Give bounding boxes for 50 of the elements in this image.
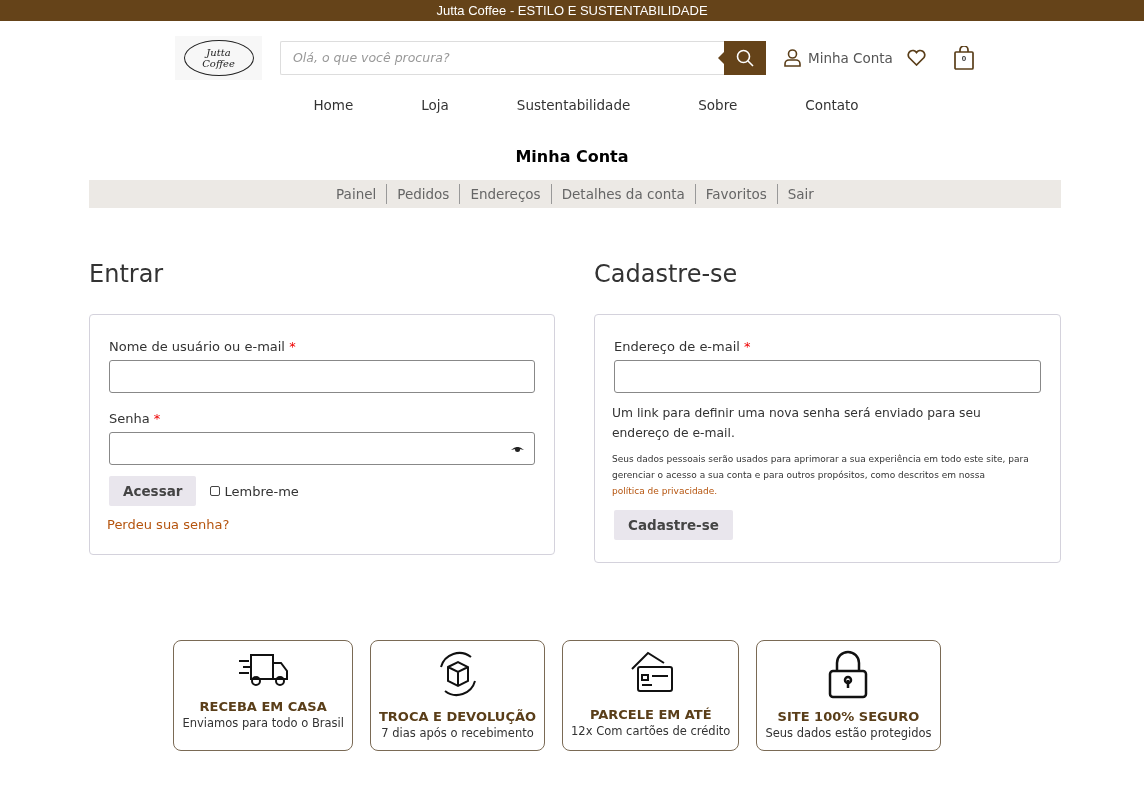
account-menu-link[interactable]: Detalhes da conta bbox=[550, 184, 695, 204]
user-icon bbox=[784, 48, 801, 67]
login-button[interactable]: Acessar bbox=[109, 476, 197, 506]
privacy-link[interactable]: política de privacidade. bbox=[612, 486, 718, 496]
eye-icon[interactable] bbox=[511, 444, 524, 453]
login-heading: Entrar bbox=[89, 260, 165, 288]
feature-subtitle: 7 dias após o recebimento bbox=[381, 726, 534, 740]
info-text: Um link para definir uma nova senha será enviado para seu endereço de e-mail. bbox=[612, 405, 982, 442]
input-field[interactable] bbox=[109, 360, 535, 393]
privacy-text: Seus dados pessoais serão usados para aprimorar a sua experiência em todo este site, para gerenciar o acesso a sua conta e para outros propósitos, como descritos em nossa política de privacidade. bbox=[612, 453, 1030, 498]
feature-title: RECEBA EM CASA bbox=[199, 699, 327, 714]
favorites-button[interactable] bbox=[906, 49, 926, 66]
feature-subtitle: 12x Com cartões de crédito bbox=[571, 724, 731, 738]
cart-count: 0 bbox=[960, 53, 968, 63]
nav-link[interactable]: Contato bbox=[771, 97, 893, 113]
lost-password-link[interactable]: Perdeu sua senha? bbox=[107, 517, 535, 532]
feature-title: SITE 100% SEGURO bbox=[777, 709, 920, 724]
input-field[interactable] bbox=[614, 360, 1041, 393]
account-link[interactable]: Minha Conta bbox=[784, 48, 893, 67]
remember-checkbox[interactable]: Lembre-me bbox=[210, 483, 299, 499]
feature-title: TROCA E DEVOLUÇÃO bbox=[379, 709, 537, 724]
required-mark: * bbox=[289, 339, 296, 354]
page-title: Minha Conta bbox=[514, 147, 630, 166]
account-menu-link[interactable]: Favoritos bbox=[694, 184, 777, 204]
feature-title: PARCELE EM ATÉ bbox=[589, 707, 712, 722]
bag-icon bbox=[953, 45, 974, 70]
cart-button[interactable]: 0 bbox=[953, 45, 974, 70]
announcement-bar: Jutta Coffee - ESTILO E SUSTENTABILIDADE bbox=[0, 0, 1144, 21]
account-menu-link[interactable]: Endereços bbox=[459, 184, 551, 204]
search-icon bbox=[736, 48, 754, 67]
account-menu-link[interactable]: Pedidos bbox=[386, 184, 460, 204]
account-menu-link[interactable]: Sair bbox=[776, 184, 824, 204]
required-mark: * bbox=[744, 339, 751, 354]
search-field[interactable]: Olá, o que você procura? bbox=[280, 40, 724, 75]
feature-subtitle: Enviamos para todo o Brasil bbox=[182, 716, 344, 730]
nav-link[interactable]: Loja bbox=[387, 97, 483, 113]
nav-link[interactable]: Sobre bbox=[664, 97, 772, 113]
field-label: Nome de usuário ou e-mail * bbox=[109, 339, 297, 354]
logo[interactable]: Jutta Coffee bbox=[175, 35, 262, 80]
password-field[interactable] bbox=[109, 432, 535, 465]
account-menu-link[interactable]: Painel bbox=[326, 184, 387, 204]
register-button[interactable]: Cadastre-se bbox=[614, 510, 733, 540]
field-label: Senha * bbox=[109, 411, 162, 426]
feature-subtitle: Seus dados estão protegidos bbox=[765, 726, 932, 740]
heart-icon bbox=[906, 49, 926, 66]
register-heading: Cadastre-se bbox=[594, 260, 739, 288]
required-mark: * bbox=[153, 411, 161, 426]
nav-link[interactable]: Home bbox=[279, 97, 388, 113]
field-label: Endereço de e-mail * bbox=[614, 339, 752, 354]
nav-link[interactable]: Sustentabilidade bbox=[482, 97, 665, 113]
